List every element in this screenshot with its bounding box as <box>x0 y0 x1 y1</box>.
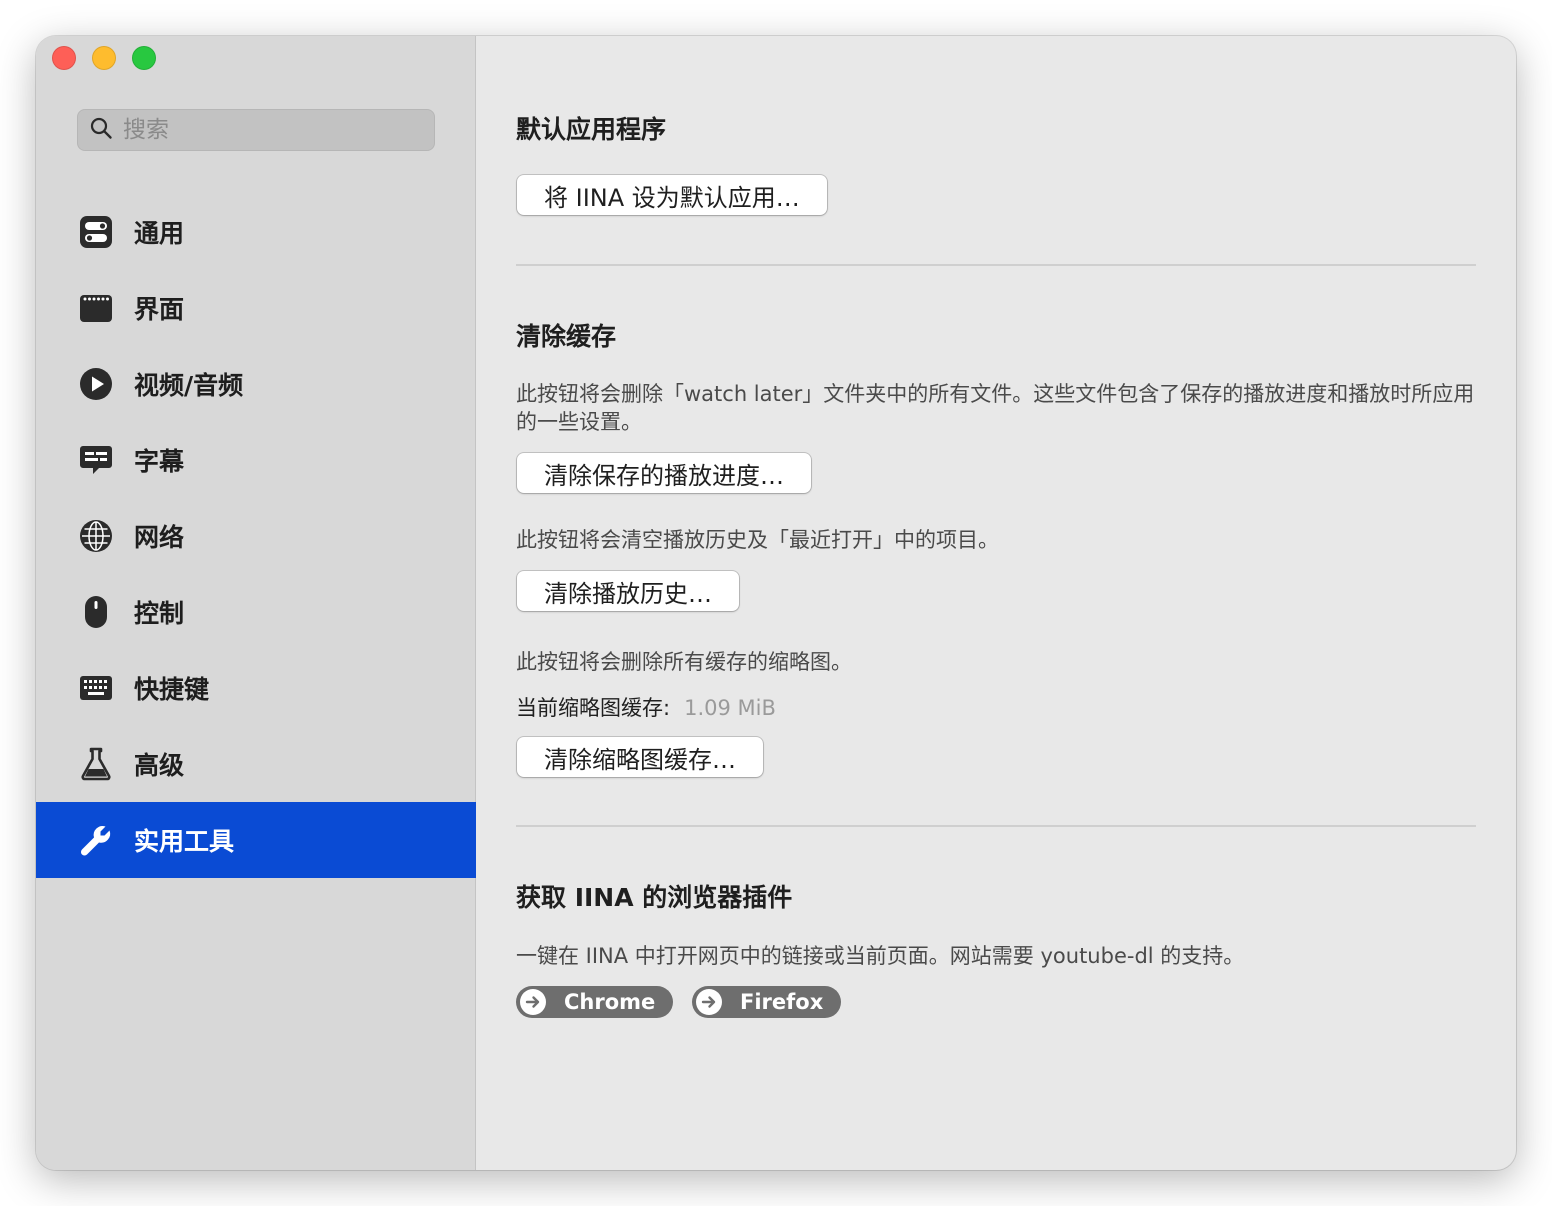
firefox-label: Firefox <box>740 990 824 1014</box>
clear-cache-heading: 清除缓存 <box>516 322 617 351</box>
arrow-right-icon <box>520 989 546 1015</box>
sidebar-item-shortcuts[interactable]: 快捷键 <box>36 650 476 726</box>
search-input[interactable] <box>123 117 423 143</box>
sidebar-item-network[interactable]: 网络 <box>36 498 476 574</box>
zoom-window-button[interactable] <box>132 46 156 70</box>
firefox-extension-button[interactable]: Firefox <box>692 986 842 1018</box>
sidebar-item-label: 控制 <box>134 599 185 628</box>
section-divider <box>516 825 1476 827</box>
thumbnail-cache-size: 当前缩略图缓存: 1.09 MiB <box>516 692 776 722</box>
sidebar-item-control[interactable]: 控制 <box>36 574 476 650</box>
play-circle-icon <box>78 366 114 402</box>
window-icon <box>78 290 114 326</box>
wrench-icon <box>78 822 114 858</box>
sidebar-item-label: 实用工具 <box>134 827 235 856</box>
sidebar-item-label: 网络 <box>134 523 185 552</box>
sidebar-item-ui[interactable]: 界面 <box>36 270 476 346</box>
chrome-label: Chrome <box>564 990 656 1014</box>
sidebar-item-subtitles[interactable]: 字幕 <box>36 422 476 498</box>
sidebar-item-label: 视频/音频 <box>134 371 244 400</box>
thumbnail-description: 此按钮将会删除所有缓存的缩略图。 <box>516 650 852 674</box>
minimize-window-button[interactable] <box>92 46 116 70</box>
sidebar-item-label: 界面 <box>134 295 185 324</box>
browser-extension-heading: 获取 IINA 的浏览器插件 <box>516 883 793 912</box>
search-field[interactable] <box>77 109 435 151</box>
mouse-icon <box>78 594 114 630</box>
sidebar-item-utilities[interactable]: 实用工具 <box>36 802 476 878</box>
sidebar-item-label: 高级 <box>134 751 185 780</box>
sidebar-item-label: 快捷键 <box>134 675 210 704</box>
history-description: 此按钮将会清空播放历史及「最近打开」中的项目。 <box>516 528 999 552</box>
default-app-heading: 默认应用程序 <box>516 115 667 144</box>
set-default-app-button[interactable]: 将 IINA 设为默认应用… <box>517 175 827 215</box>
toggles-icon <box>78 214 114 250</box>
flask-icon <box>78 746 114 782</box>
sidebar-item-label: 字幕 <box>134 447 185 476</box>
window-controls <box>52 46 156 70</box>
watch-later-description: 此按钮将会删除「watch later」文件夹中的所有文件。这些文件包含了保存的… <box>516 382 1475 434</box>
close-window-button[interactable] <box>52 46 76 70</box>
sidebar-item-advanced[interactable]: 高级 <box>36 726 476 802</box>
sidebar: 通用 界面 视频/音频 字幕 <box>36 36 476 1170</box>
sidebar-item-video-audio[interactable]: 视频/音频 <box>36 346 476 422</box>
clear-history-button[interactable]: 清除播放历史… <box>517 571 739 611</box>
browser-extension-description: 一键在 IINA 中打开网页中的链接或当前页面。网站需要 youtube-dl … <box>516 944 1245 968</box>
sidebar-nav: 通用 界面 视频/音频 字幕 网络 控制 快捷键 高级 实用工具 <box>36 194 476 878</box>
search-icon <box>89 116 113 144</box>
preferences-window: 通用 界面 视频/音频 字幕 <box>36 36 1516 1170</box>
clear-thumbnail-cache-button[interactable]: 清除缩略图缓存… <box>517 737 763 777</box>
thumbnail-cache-value: 1.09 MiB <box>684 696 776 720</box>
sidebar-item-general[interactable]: 通用 <box>36 194 476 270</box>
sidebar-item-label: 通用 <box>134 219 185 248</box>
globe-icon <box>78 518 114 554</box>
clear-watch-later-button[interactable]: 清除保存的播放进度… <box>517 453 811 493</box>
keyboard-icon <box>78 670 114 706</box>
thumbnail-cache-label: 当前缩略图缓存: <box>516 696 671 720</box>
utilities-pane: 默认应用程序 将 IINA 设为默认应用… 清除缓存 此按钮将会删除「watch… <box>516 36 1476 1170</box>
caption-bubble-icon <box>78 442 114 478</box>
arrow-right-icon <box>696 989 722 1015</box>
section-divider <box>516 264 1476 266</box>
chrome-extension-button[interactable]: Chrome <box>516 986 674 1018</box>
